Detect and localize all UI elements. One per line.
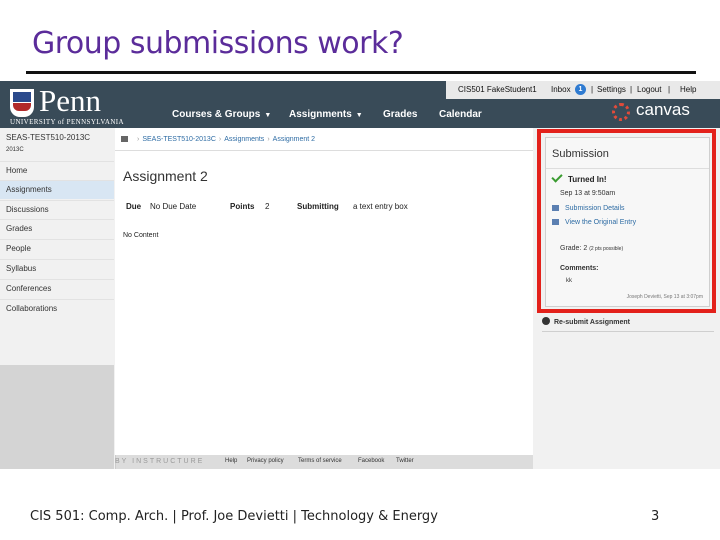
sidebar-item-discussions[interactable]: Discussions: [0, 200, 114, 219]
user-name-link[interactable]: CIS501 FakeStudent1: [458, 85, 537, 94]
due-label: Due: [126, 202, 142, 211]
grade-text: Grade: 2 (2 pts possible): [560, 245, 623, 252]
logout-link[interactable]: Logout: [637, 85, 661, 94]
help-link[interactable]: Help: [680, 85, 696, 94]
penn-subtitle: UNIVERSITY of PENNSYLVANIA: [10, 118, 124, 126]
separator: |: [591, 85, 594, 94]
grade-possible: (2 pts possible): [589, 246, 624, 252]
chevron-down-icon: ▼: [264, 112, 272, 119]
details-icon: [552, 205, 559, 211]
home-icon[interactable]: [121, 136, 128, 142]
separator: |: [630, 85, 633, 94]
canvas-wordmark: canvas: [636, 100, 690, 119]
turned-in-label: Turned In!: [568, 175, 607, 184]
points-value: 2: [265, 202, 270, 211]
sidebar-item-grades[interactable]: Grades: [0, 219, 114, 238]
sidebar-item-collaborations[interactable]: Collaborations: [0, 299, 114, 318]
instructure-brand[interactable]: BY INSTRUCTURE: [115, 458, 204, 465]
nav-label: Assignments: [289, 109, 352, 120]
inbox-link[interactable]: Inbox: [551, 85, 571, 94]
page-number: 3: [651, 509, 660, 524]
canvas-footer: BY INSTRUCTURE Help Privacy policy Terms…: [115, 455, 535, 469]
sidebar-item-home[interactable]: Home: [0, 161, 114, 180]
canvas-ring-icon: [612, 103, 630, 121]
nav-label: Courses & Groups: [172, 109, 261, 120]
title-rule: [26, 71, 696, 74]
breadcrumb-separator: ›: [267, 136, 270, 143]
penn-shield-icon: [10, 89, 34, 117]
submission-highlight-box: Submission Turned In! Sep 13 at 9:50am S…: [537, 129, 716, 313]
submission-details-link[interactable]: Submission Details: [552, 204, 625, 212]
submitting-value: a text entry box: [353, 202, 408, 211]
footer-privacy-link[interactable]: Privacy policy: [247, 458, 284, 464]
nav-grades[interactable]: Grades: [383, 109, 417, 120]
assignment-title: Assignment 2: [123, 168, 208, 184]
main-content: › SEAS-TEST510-2013C › Assignments › Assignme…: [115, 128, 533, 455]
nav-assignments[interactable]: Assignments ▼: [289, 109, 363, 120]
due-value: No Due Date: [150, 202, 197, 211]
breadcrumb-separator: ›: [137, 136, 140, 143]
breadcrumb-course[interactable]: SEAS-TEST510-2013C: [142, 136, 216, 143]
course-title[interactable]: SEAS-TEST510-2013C: [6, 133, 90, 142]
footer-help-link[interactable]: Help: [225, 458, 237, 464]
view-original-entry-link[interactable]: View the Original Entry: [552, 218, 636, 226]
chevron-down-icon: ▼: [355, 112, 363, 119]
nav-courses-groups[interactable]: Courses & Groups ▼: [172, 109, 271, 120]
sidebar-empty-area: [0, 365, 114, 469]
resubmit-label: Re-submit Assignment: [554, 319, 630, 326]
sidebar-divider: [542, 331, 714, 332]
submission-details-label: Submission Details: [565, 205, 625, 212]
resubmit-assignment-button[interactable]: Re-submit Assignment: [542, 316, 630, 326]
submission-divider: [546, 168, 709, 169]
sidebar-item-conferences[interactable]: Conferences: [0, 279, 114, 298]
slide-title: Group submissions work?: [32, 26, 404, 61]
course-sidebar: SEAS-TEST510-2013C 2013C Home Assignment…: [0, 128, 116, 469]
comment-meta: Joseph Devietti, Sep 13 at 3:07pm: [626, 294, 703, 300]
settings-link[interactable]: Settings: [597, 85, 626, 94]
breadcrumb-separator: ›: [218, 136, 222, 143]
submitting-label: Submitting: [297, 202, 339, 211]
inbox-count-badge: 1: [575, 84, 586, 95]
assignment-body: No Content: [123, 232, 159, 239]
nav-calendar[interactable]: Calendar: [439, 109, 482, 120]
penn-wordmark: Penn: [39, 83, 101, 118]
checkmark-icon: [551, 171, 563, 183]
course-term: 2013C: [6, 147, 24, 153]
slide-footer: CIS 501: Comp. Arch. | Prof. Joe Deviett…: [30, 509, 438, 524]
footer-facebook-link[interactable]: Facebook: [358, 458, 384, 464]
sidebar-item-people[interactable]: People: [0, 239, 114, 258]
grade-value: Grade: 2: [560, 245, 588, 252]
sidebar-item-assignments[interactable]: Assignments: [0, 180, 114, 199]
user-bar: CIS501 FakeStudent1 Inbox 1 | Settings |…: [446, 81, 720, 99]
submission-date: Sep 13 at 9:50am: [560, 190, 616, 197]
separator: |: [668, 85, 671, 94]
footer-twitter-link[interactable]: Twitter: [396, 458, 414, 464]
document-icon: [552, 219, 559, 225]
breadcrumb-divider: [115, 150, 533, 151]
breadcrumb-assignment[interactable]: Assignment 2: [273, 136, 315, 143]
submission-panel: Submission Turned In! Sep 13 at 9:50am S…: [545, 137, 710, 307]
breadcrumb: › SEAS-TEST510-2013C › Assignments › Assignme…: [121, 135, 315, 143]
breadcrumb-assignments[interactable]: Assignments: [224, 136, 264, 143]
comment-text: kk: [566, 278, 572, 284]
comments-label: Comments:: [560, 265, 599, 272]
top-header-bar: Penn UNIVERSITY of PENNSYLVANIA Courses …: [0, 81, 720, 128]
turned-in-status: Turned In!: [551, 171, 607, 184]
footer-terms-link[interactable]: Terms of service: [298, 458, 342, 464]
submission-heading: Submission: [552, 148, 609, 160]
view-original-label: View the Original Entry: [565, 219, 637, 226]
canvas-screenshot: Penn UNIVERSITY of PENNSYLVANIA Courses …: [0, 81, 720, 469]
points-label: Points: [230, 202, 255, 211]
plus-circle-icon: [542, 317, 550, 325]
sidebar-item-syllabus[interactable]: Syllabus: [0, 259, 114, 278]
